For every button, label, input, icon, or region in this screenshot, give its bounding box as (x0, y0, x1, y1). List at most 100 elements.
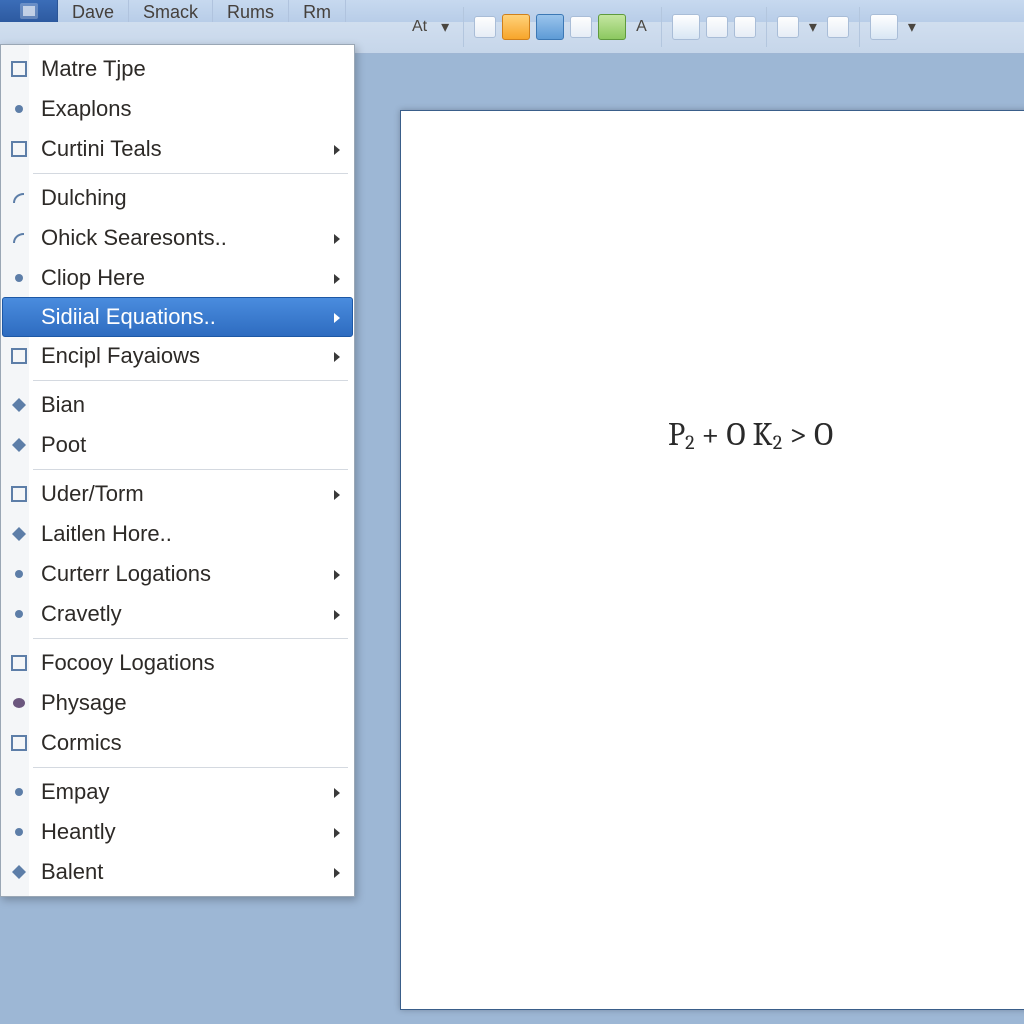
dot-icon (7, 266, 31, 290)
submenu-arrow-icon (332, 601, 342, 627)
equation-display[interactable]: P2 + O K2 > O (668, 416, 833, 454)
insert-dropdown-menu: Matre Tjpe Exaplons Curtini Teals Dulching O… (0, 44, 355, 897)
menu-item-encipl-fayaiows[interactable]: Encipl Fayaiows (3, 336, 352, 376)
menu-item-label: Cravetly (41, 601, 122, 627)
menu-item-exaplons[interactable]: Exaplons (3, 89, 352, 129)
diamond-icon (7, 860, 31, 884)
menu-item-matre-tjpe[interactable]: Matre Tjpe (3, 49, 352, 89)
diamond-icon (7, 522, 31, 546)
menu-item-empay[interactable]: Empay (3, 772, 352, 812)
tab-smack[interactable]: Smack (129, 0, 213, 22)
diamond-icon (7, 433, 31, 457)
menu-item-uder-torm[interactable]: Uder/Torm (3, 474, 352, 514)
box-icon (7, 482, 31, 506)
box-icon (7, 731, 31, 755)
menu-item-label: Heantly (41, 819, 116, 845)
menu-item-label: Ohick Searesonts.. (41, 225, 227, 251)
tool-button[interactable] (734, 16, 756, 38)
dropdown-caret[interactable]: ▾ (904, 17, 920, 37)
picture-tool[interactable] (672, 14, 700, 40)
blob-icon (7, 691, 31, 715)
submenu-arrow-icon (332, 819, 342, 845)
box-icon (7, 57, 31, 81)
menu-item-poot[interactable]: Poot (3, 425, 352, 465)
submenu-arrow-icon (332, 136, 342, 162)
menu-item-focooy-logations[interactable]: Focooy Logations (3, 643, 352, 683)
info-icon (19, 2, 39, 20)
menu-item-heantly[interactable]: Heantly (3, 812, 352, 852)
menu-item-label: Encipl Fayaiows (41, 343, 200, 369)
separator (859, 7, 860, 47)
box-icon (7, 137, 31, 161)
menu-separator (33, 767, 348, 768)
ribbon-toolbar: At ▾ A ▾ ▾ (400, 0, 1024, 54)
tool-button[interactable] (474, 16, 496, 38)
blank-icon (7, 305, 31, 329)
swirl-icon (7, 186, 31, 210)
tab-rm[interactable]: Rm (289, 0, 346, 22)
menu-item-label: Cliop Here (41, 265, 145, 291)
menu-item-curtini-teals[interactable]: Curtini Teals (3, 129, 352, 169)
box-icon (7, 651, 31, 675)
submenu-arrow-icon (332, 859, 342, 885)
dot-icon (7, 602, 31, 626)
swirl-icon (7, 226, 31, 250)
menu-item-ohick-searesonts[interactable]: Ohick Searesonts.. (3, 218, 352, 258)
menu-separator (33, 638, 348, 639)
submenu-arrow-icon (332, 225, 342, 251)
menu-item-balent[interactable]: Balent (3, 852, 352, 892)
tool-button[interactable] (827, 16, 849, 38)
menu-item-label: Uder/Torm (41, 481, 144, 507)
image-tool[interactable] (598, 14, 626, 40)
tool-button[interactable] (706, 16, 728, 38)
menu-item-bian[interactable]: Bian (3, 385, 352, 425)
document-page[interactable]: P2 + O K2 > O (400, 110, 1024, 1010)
menu-item-label: Curtini Teals (41, 136, 162, 162)
menu-item-label: Dulching (41, 185, 127, 211)
menu-item-physage[interactable]: Physage (3, 683, 352, 723)
font-name-label: A (632, 18, 651, 36)
menu-item-cravetly[interactable]: Cravetly (3, 594, 352, 634)
menu-item-label: Empay (41, 779, 109, 805)
submenu-arrow-icon (332, 304, 342, 330)
dot-icon (7, 562, 31, 586)
menu-item-label: Bian (41, 392, 85, 418)
highlight-tool[interactable] (502, 14, 530, 40)
submenu-arrow-icon (332, 481, 342, 507)
menu-item-label: Exaplons (41, 96, 132, 122)
menu-separator (33, 173, 348, 174)
shape-tool[interactable] (536, 14, 564, 40)
menu-item-laitlen-hore[interactable]: Laitlen Hore.. (3, 514, 352, 554)
menu-item-dulching[interactable]: Dulching (3, 178, 352, 218)
menu-item-label: Focooy Logations (41, 650, 215, 676)
menu-item-label: Sidiial Equations.. (41, 304, 216, 330)
separator (766, 7, 767, 47)
submenu-arrow-icon (332, 343, 342, 369)
separator (463, 7, 464, 47)
menu-item-label: Matre Tjpe (41, 56, 146, 82)
menu-item-sidiial-equations[interactable]: Sidiial Equations.. (2, 297, 353, 337)
menu-item-label: Physage (41, 690, 127, 716)
tab-rums[interactable]: Rums (213, 0, 289, 22)
diamond-icon (7, 393, 31, 417)
picture-tool[interactable] (870, 14, 898, 40)
menu-item-label: Poot (41, 432, 86, 458)
dropdown-caret[interactable]: ▾ (805, 17, 821, 37)
tool-button[interactable] (570, 16, 592, 38)
menu-item-label: Balent (41, 859, 103, 885)
menu-separator (33, 469, 348, 470)
tab-file-active[interactable] (0, 0, 58, 22)
tab-dave[interactable]: Dave (58, 0, 129, 22)
menu-item-label: Curterr Logations (41, 561, 211, 587)
menu-item-cliop-here[interactable]: Cliop Here (3, 258, 352, 298)
dot-icon (7, 780, 31, 804)
menu-item-cormics[interactable]: Cormics (3, 723, 352, 763)
menu-item-curterr-logations[interactable]: Curterr Logations (3, 554, 352, 594)
dot-icon (7, 820, 31, 844)
submenu-arrow-icon (332, 779, 342, 805)
font-label: At (408, 18, 431, 36)
menu-item-label: Cormics (41, 730, 122, 756)
dropdown-caret[interactable]: ▾ (437, 17, 453, 37)
tool-button[interactable] (777, 16, 799, 38)
menu-item-label: Laitlen Hore.. (41, 521, 172, 547)
